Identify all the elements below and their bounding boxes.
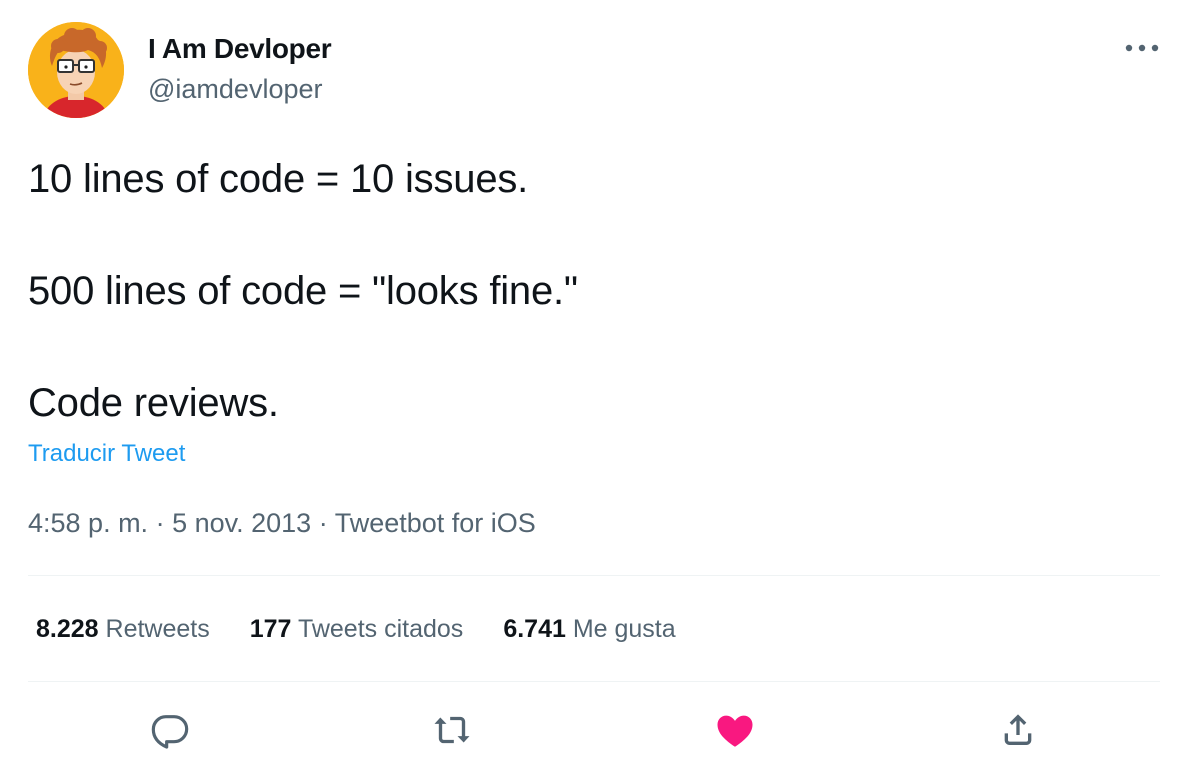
like-button[interactable] xyxy=(711,706,759,754)
retweet-icon xyxy=(434,716,470,744)
meta-separator: · xyxy=(311,508,335,538)
share-icon xyxy=(1004,714,1032,745)
tweet-date[interactable]: 5 nov. 2013 xyxy=(172,508,311,538)
author-handle[interactable]: @iamdevloper xyxy=(148,72,323,106)
tweet-time[interactable]: 4:58 p. m. xyxy=(28,508,148,538)
avatar[interactable] xyxy=(28,22,124,118)
engagement-stats: 8.228 Retweets 177 Tweets citados 6.741 … xyxy=(36,611,716,647)
tweet-text-line: 500 lines of code = "looks fine." xyxy=(28,269,578,313)
reply-button[interactable] xyxy=(146,706,194,754)
divider xyxy=(28,575,1160,576)
heart-icon xyxy=(717,715,753,747)
retweets-label: Retweets xyxy=(105,614,210,643)
meta-separator: · xyxy=(148,508,173,538)
author-name[interactable]: I Am Devloper xyxy=(148,31,332,67)
quote-tweets-count: 177 xyxy=(249,614,292,643)
quote-tweets-label: Tweets citados xyxy=(297,614,464,643)
tweet: I Am Devloper @iamdevloper 10 lines of c… xyxy=(0,0,1194,758)
more-options-button[interactable] xyxy=(1118,30,1166,66)
quote-tweets-stat[interactable]: 177 Tweets citados xyxy=(250,615,464,644)
translate-tweet-link[interactable]: Traducir Tweet xyxy=(28,438,185,470)
likes-stat[interactable]: 6.741 Me gusta xyxy=(503,615,675,644)
tweet-source[interactable]: Tweetbot for iOS xyxy=(335,508,536,538)
share-button[interactable] xyxy=(994,706,1042,754)
retweets-stat[interactable]: 8.228 Retweets xyxy=(36,615,210,644)
retweet-button[interactable] xyxy=(428,706,476,754)
more-dots-icon xyxy=(1125,44,1159,52)
tweet-metadata: 4:58 p. m. · 5 nov. 2013 · Tweetbot for … xyxy=(28,505,536,541)
retweets-count: 8.228 xyxy=(36,614,99,643)
tweet-text-line: 10 lines of code = 10 issues. xyxy=(28,157,529,201)
tweet-text-line: Code reviews. xyxy=(28,381,279,425)
reply-icon xyxy=(151,715,189,749)
avatar-cartoon-icon xyxy=(28,22,124,118)
likes-count: 6.741 xyxy=(503,614,566,643)
divider xyxy=(28,681,1160,682)
likes-label: Me gusta xyxy=(572,614,676,643)
